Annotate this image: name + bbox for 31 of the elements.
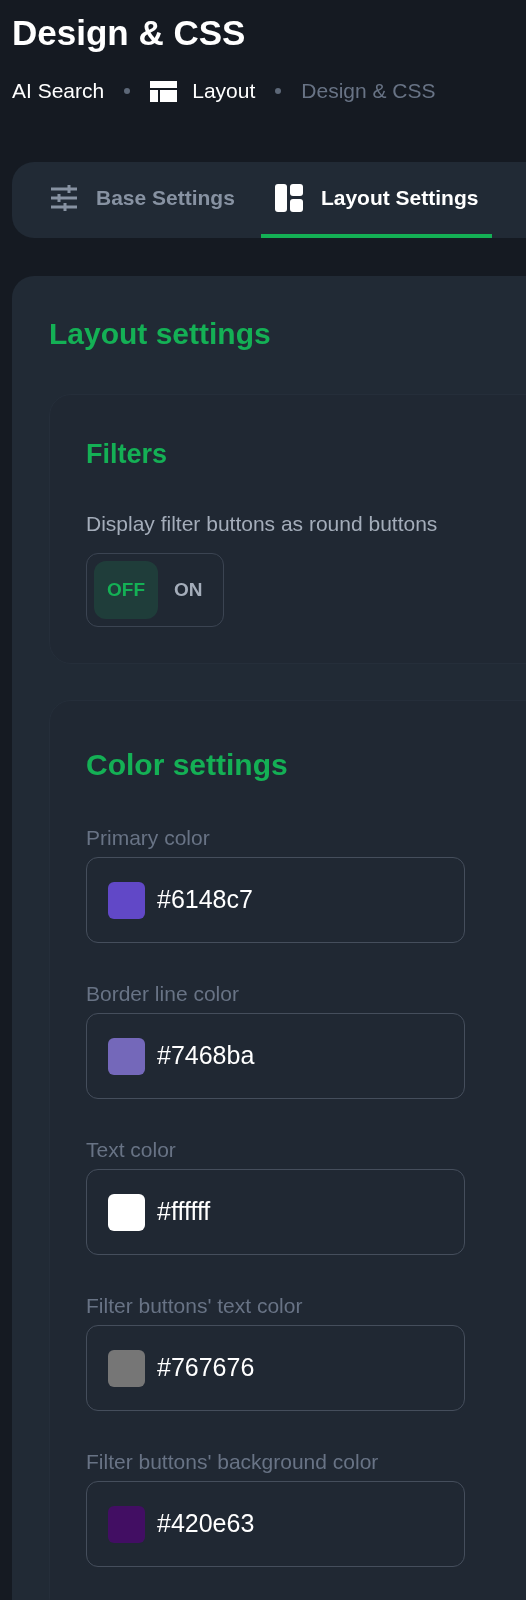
color-swatch[interactable] <box>108 1505 145 1543</box>
layout-icon <box>274 184 303 212</box>
sliders-icon <box>50 184 78 212</box>
field-label: Border line color <box>86 981 239 1007</box>
on-off-toggle[interactable]: OFF ON <box>86 553 224 627</box>
color-input-field[interactable]: #ffffff <box>86 1169 465 1255</box>
setting-description: Display filter buttons as round buttons <box>86 511 438 537</box>
tab[interactable]: Base Settings <box>36 162 249 238</box>
color-input-field[interactable]: #6148c7 <box>86 857 465 943</box>
color-swatch[interactable] <box>108 1037 145 1075</box>
card-title: Color settings <box>86 747 288 783</box>
breadcrumb-link[interactable]: AI Search <box>12 75 105 107</box>
color-swatch[interactable] <box>108 881 145 919</box>
tab[interactable]: Layout Settings <box>260 162 493 238</box>
breadcrumb-current: Design & CSS <box>301 78 436 105</box>
layout-icon <box>150 80 178 102</box>
page-title: Design & CSS <box>11 12 247 52</box>
field-label: Primary color <box>86 825 210 851</box>
field-label: Filter buttons' text color <box>86 1293 303 1319</box>
color-swatch[interactable] <box>108 1193 145 1231</box>
field-label: Text color <box>86 1137 176 1163</box>
toggle-option[interactable]: OFF <box>94 561 158 619</box>
breadcrumb-link[interactable]: Layout <box>192 75 256 107</box>
color-input-field[interactable]: #767676 <box>86 1325 465 1411</box>
toggle-option[interactable]: ON <box>162 561 215 619</box>
field-label: Filter buttons' background color <box>86 1449 379 1475</box>
color-input-field[interactable]: #420e63 <box>86 1481 465 1567</box>
card-title: Filters <box>86 439 168 469</box>
color-swatch[interactable] <box>108 1349 145 1387</box>
section-title: Layout settings <box>49 316 271 352</box>
color-input-field[interactable]: #7468ba <box>86 1013 465 1099</box>
